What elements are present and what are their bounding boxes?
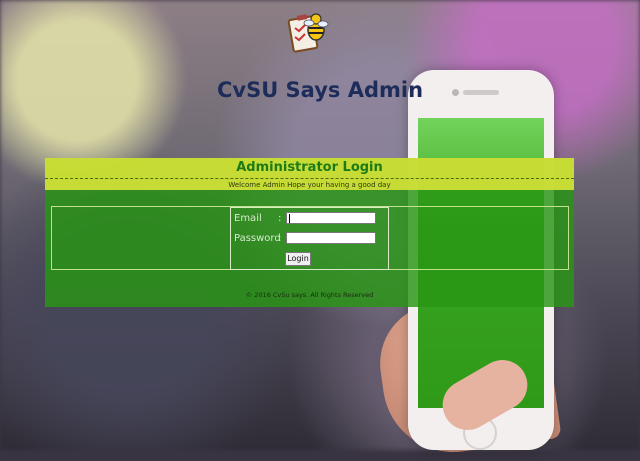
password-label: Password	[234, 233, 281, 244]
header-divider	[45, 178, 574, 179]
login-header-title: Administrator Login	[236, 160, 383, 175]
page-title: CvSU Says Admin	[216, 78, 424, 102]
bee-clipboard-logo-icon	[287, 13, 329, 53]
welcome-text: Welcome Admin Hope your having a good da…	[228, 181, 391, 189]
footer-copyright: © 2016 CvSu says. All Rights Reserved	[245, 291, 374, 299]
password-field[interactable]	[286, 232, 376, 244]
login-button[interactable]: Login	[285, 252, 311, 266]
email-label: Email	[234, 213, 262, 224]
email-field[interactable]	[286, 212, 376, 224]
login-panel: Administrator Login Welcome Admin Hope y…	[45, 158, 574, 307]
password-colon: :	[278, 233, 282, 244]
email-colon: :	[278, 213, 282, 224]
text-caret	[289, 214, 290, 223]
login-header: Administrator Login Welcome Admin Hope y…	[45, 158, 574, 190]
login-form: Email : Password : Login	[230, 207, 389, 270]
